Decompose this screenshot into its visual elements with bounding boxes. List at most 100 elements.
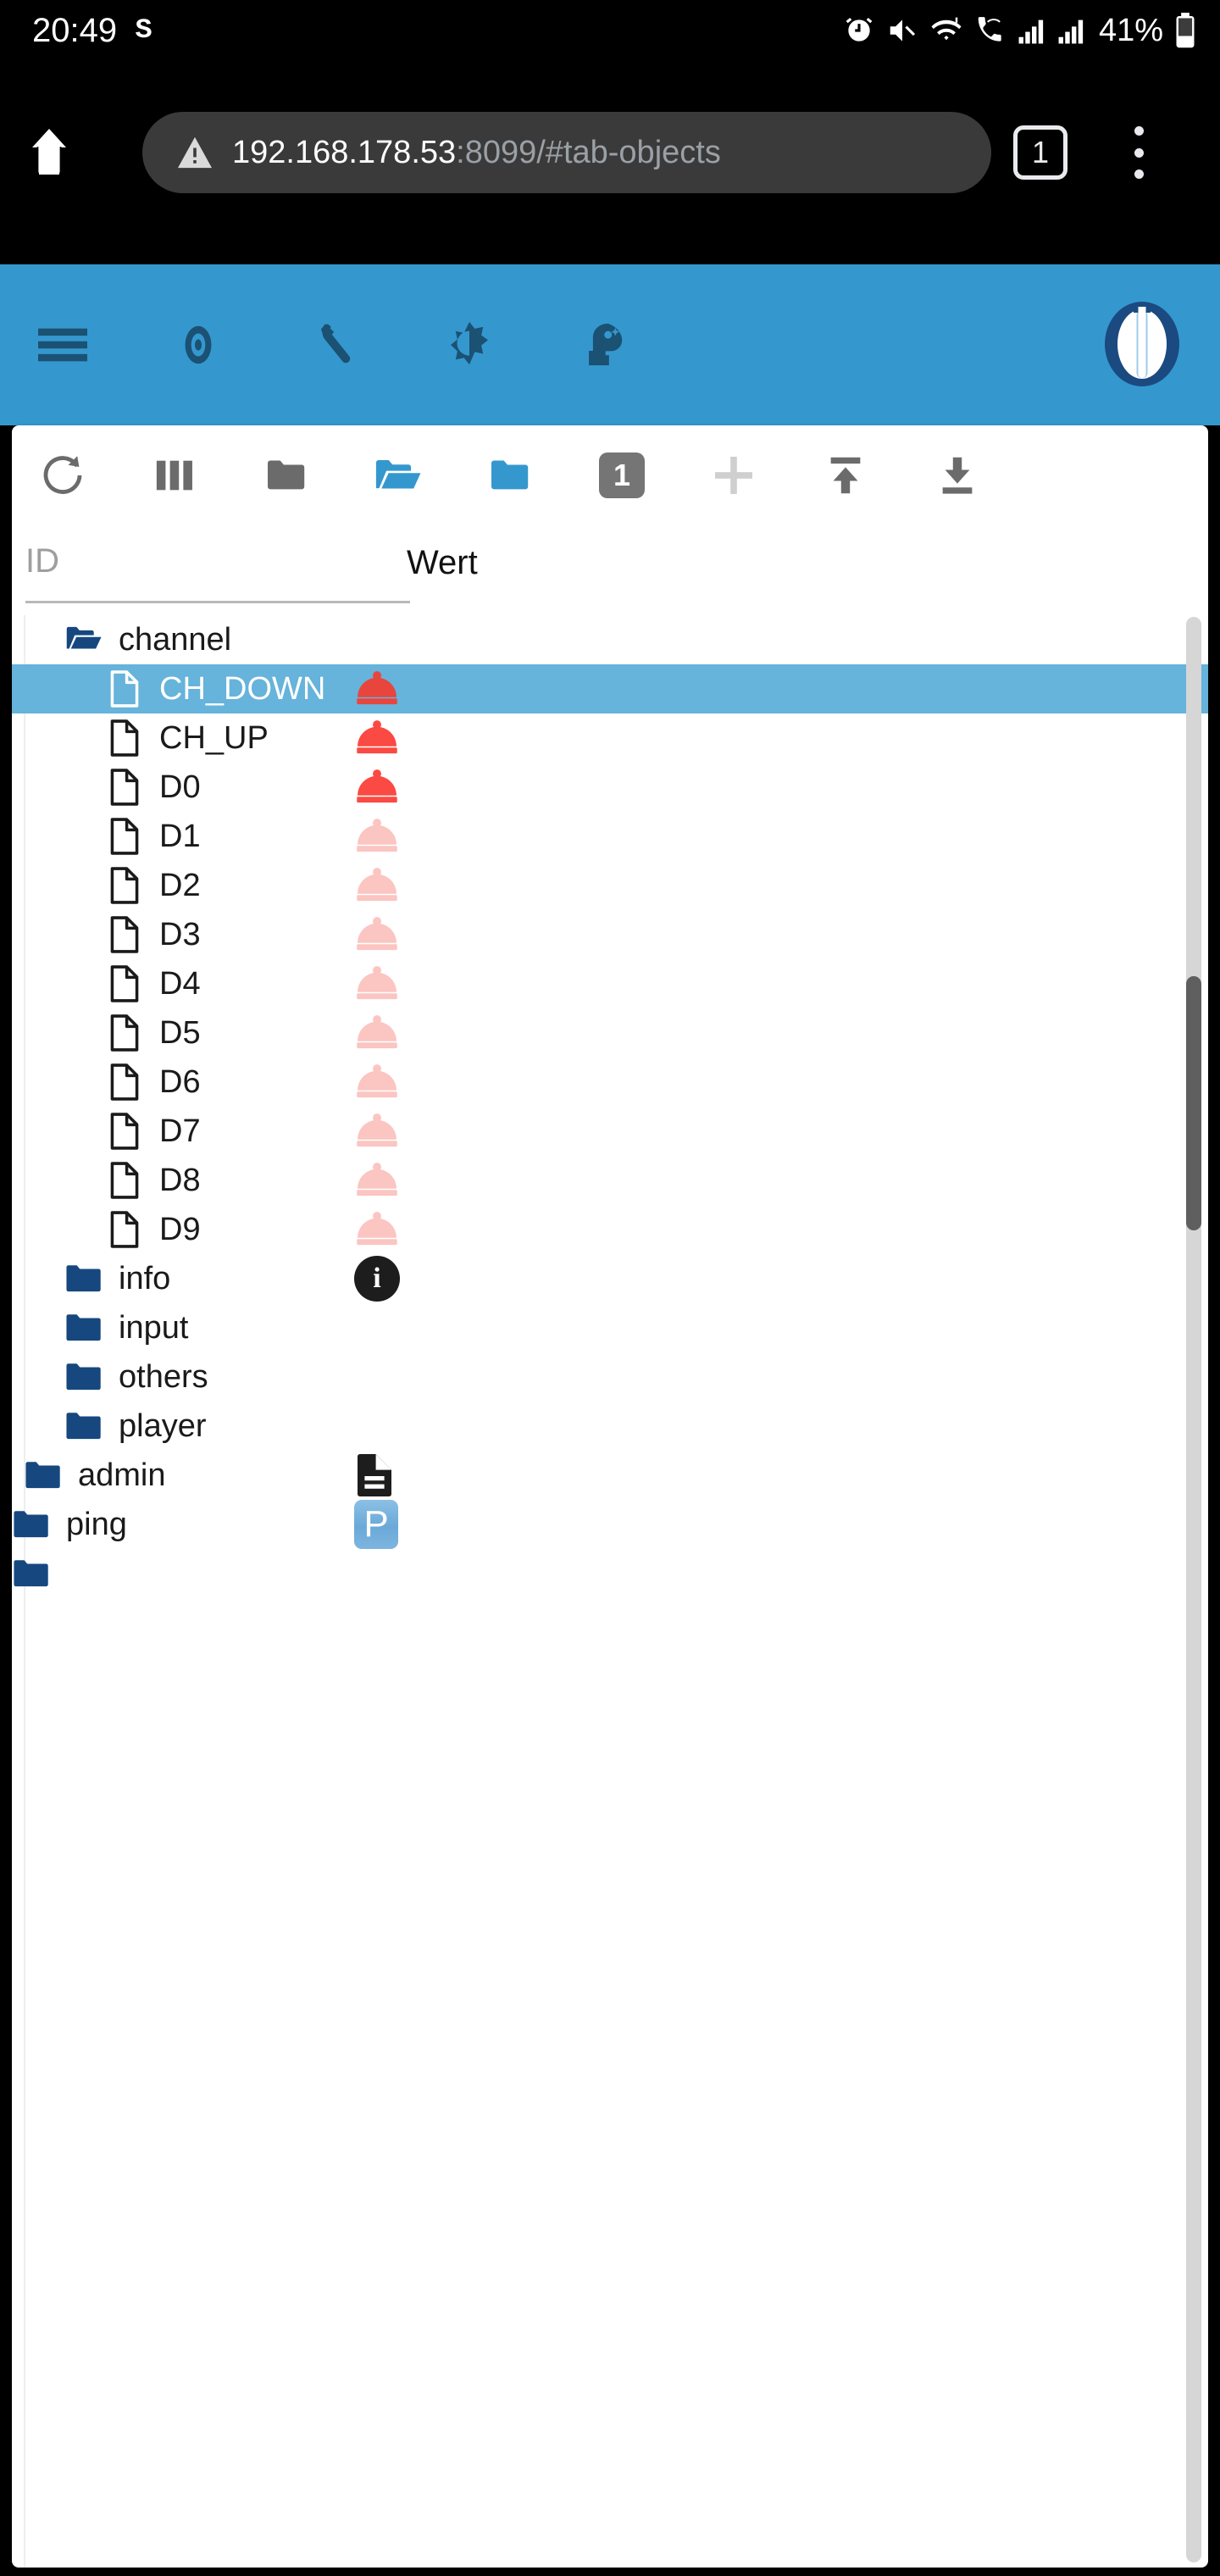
- url-path: :8099/#tab-objects: [456, 134, 721, 170]
- vertical-scrollbar-track[interactable]: [1186, 617, 1201, 2562]
- url-text[interactable]: 192.168.178.53:8099/#tab-objects: [232, 135, 721, 171]
- wifi-call-icon: [974, 14, 1006, 47]
- file-outline-icon[interactable]: [105, 719, 144, 758]
- value-cell[interactable]: [354, 1058, 400, 1107]
- value-cell[interactable]: [354, 1107, 400, 1156]
- dome-pale-icon: [357, 1064, 397, 1098]
- file-outline-icon[interactable]: [105, 1063, 144, 1102]
- add-object-button[interactable]: [693, 435, 774, 516]
- wrench-icon[interactable]: [291, 303, 376, 387]
- value-cell[interactable]: i: [354, 1254, 400, 1303]
- folder-navy-icon[interactable]: [64, 1357, 103, 1396]
- folder-navy-icon[interactable]: [64, 1407, 103, 1446]
- home-icon[interactable]: [19, 122, 80, 183]
- table-row[interactable]: info i: [12, 1254, 1208, 1303]
- url-bar[interactable]: 192.168.178.53:8099/#tab-objects: [142, 112, 991, 193]
- export-button[interactable]: [917, 435, 998, 516]
- file-outline-icon[interactable]: [105, 768, 144, 807]
- objects-toolbar: 1: [12, 425, 1208, 525]
- table-row[interactable]: D7: [12, 1107, 1208, 1156]
- file-outline-icon[interactable]: [105, 915, 144, 954]
- dome-pale-icon: [357, 1163, 397, 1196]
- table-row[interactable]: others: [12, 1352, 1208, 1402]
- table-row[interactable]: D8: [12, 1156, 1208, 1205]
- dome-pale-icon: [357, 966, 397, 1000]
- value-cell[interactable]: [354, 812, 400, 861]
- wifi-icon: [929, 14, 963, 47]
- import-button[interactable]: [805, 435, 886, 516]
- value-cell[interactable]: [354, 1205, 400, 1254]
- value-cell[interactable]: [354, 861, 400, 910]
- row-label: D1: [159, 818, 201, 854]
- dome-pale-icon: [357, 917, 397, 951]
- row-label: D7: [159, 1113, 201, 1149]
- value-cell[interactable]: [354, 910, 400, 959]
- table-row[interactable]: player: [12, 1402, 1208, 1451]
- file-outline-icon[interactable]: [105, 1112, 144, 1151]
- dome-red-icon: [357, 720, 397, 754]
- file-outline-white-icon[interactable]: [105, 669, 144, 708]
- file-outline-icon[interactable]: [105, 964, 144, 1003]
- expert-mode-icon[interactable]: [563, 303, 647, 387]
- contrast-icon[interactable]: [427, 303, 512, 387]
- depth-badge[interactable]: 1: [581, 435, 663, 516]
- table-row[interactable]: D5: [12, 1008, 1208, 1058]
- id-filter-input[interactable]: ID: [25, 544, 410, 603]
- file-outline-icon[interactable]: [105, 1210, 144, 1249]
- doc-black-icon: [358, 1454, 391, 1496]
- vertical-scrollbar-thumb[interactable]: [1186, 976, 1201, 1230]
- signal-sim2-icon: [1057, 14, 1086, 47]
- collapse-one-button[interactable]: [469, 435, 551, 516]
- value-cell[interactable]: [354, 1008, 400, 1058]
- table-row[interactable]: input: [12, 1303, 1208, 1352]
- depth-number-badge: 1: [599, 452, 645, 498]
- folder-open-navy-icon[interactable]: [64, 620, 103, 659]
- table-row[interactable]: CH_DOWN: [12, 664, 1208, 713]
- eye-icon[interactable]: [156, 303, 241, 387]
- table-row[interactable]: ping P: [12, 1500, 1208, 1549]
- table-row[interactable]: [12, 1549, 1208, 1598]
- table-row[interactable]: D3: [12, 910, 1208, 959]
- table-row[interactable]: D1: [12, 812, 1208, 861]
- columns-button[interactable]: [134, 435, 215, 516]
- folder-navy-icon[interactable]: [24, 1456, 63, 1495]
- battery-percent-label: 41%: [1098, 12, 1163, 48]
- table-row[interactable]: CH_UP: [12, 713, 1208, 763]
- folder-navy-icon[interactable]: [64, 1259, 103, 1298]
- value-cell[interactable]: P: [354, 1500, 398, 1549]
- table-row[interactable]: D0: [12, 763, 1208, 812]
- refresh-button[interactable]: [22, 435, 103, 516]
- file-outline-icon[interactable]: [105, 866, 144, 905]
- value-column-header: Wert: [407, 544, 478, 581]
- row-label: D6: [159, 1063, 201, 1100]
- warning-triangle-icon[interactable]: [176, 136, 214, 169]
- table-row[interactable]: D4: [12, 959, 1208, 1008]
- mute-icon: [886, 14, 918, 47]
- row-label: D3: [159, 916, 201, 952]
- value-cell[interactable]: [354, 763, 400, 812]
- folder-navy-icon[interactable]: [12, 1554, 51, 1593]
- folder-navy-icon[interactable]: [12, 1505, 51, 1544]
- row-label: input: [119, 1309, 189, 1346]
- table-row[interactable]: D2: [12, 861, 1208, 910]
- file-outline-icon[interactable]: [105, 817, 144, 856]
- tab-switcher-button[interactable]: 1: [1013, 125, 1068, 180]
- collapse-all-button[interactable]: [246, 435, 327, 516]
- file-outline-icon[interactable]: [105, 1161, 144, 1200]
- file-outline-icon[interactable]: [105, 1013, 144, 1052]
- value-cell[interactable]: [354, 1156, 400, 1205]
- value-cell[interactable]: [354, 713, 400, 763]
- table-row[interactable]: D6: [12, 1058, 1208, 1107]
- value-cell[interactable]: [354, 1451, 395, 1500]
- hamburger-menu-icon[interactable]: [20, 303, 105, 387]
- objects-tree[interactable]: channel CH_DOWN CH_UP D0 D1 D2 D3 D4 D5 …: [12, 615, 1208, 2568]
- folder-navy-icon[interactable]: [64, 1308, 103, 1347]
- table-row[interactable]: channel: [12, 615, 1208, 664]
- value-cell[interactable]: [354, 664, 400, 713]
- value-cell[interactable]: [354, 959, 400, 1008]
- table-row[interactable]: admin: [12, 1451, 1208, 1500]
- browser-menu-button[interactable]: [1108, 119, 1169, 186]
- android-status-bar: 20:49 S 41%: [0, 0, 1220, 61]
- table-row[interactable]: D9: [12, 1205, 1208, 1254]
- expand-all-button[interactable]: [358, 435, 439, 516]
